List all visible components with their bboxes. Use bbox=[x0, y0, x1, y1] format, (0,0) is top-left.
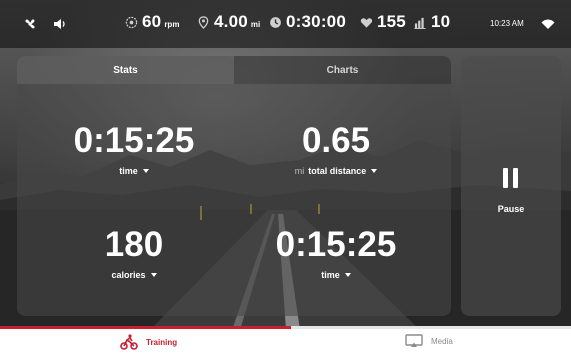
workout-screen: 60 rpm 4.00 mi 0:30:00 155 10 10:23 AM S… bbox=[0, 0, 571, 330]
distance-unit: mi bbox=[250, 20, 261, 29]
stat-time-label: time bbox=[119, 166, 138, 176]
rpm-unit: rpm bbox=[164, 20, 180, 29]
heart-icon bbox=[360, 17, 373, 28]
tab-stats[interactable]: Stats bbox=[17, 56, 234, 84]
chevron-down-icon bbox=[142, 169, 149, 173]
distance-metric: 4.00 mi bbox=[197, 12, 260, 32]
media-cast-icon bbox=[405, 334, 423, 347]
tab-media-label: Media bbox=[431, 336, 453, 346]
heart-rate-value: 155 bbox=[377, 12, 406, 31]
chevron-down-icon bbox=[371, 169, 378, 173]
resistance-bars-icon bbox=[414, 17, 426, 29]
wifi-icon[interactable] bbox=[541, 18, 555, 30]
stat-time-2-selector[interactable]: time bbox=[321, 270, 351, 280]
stat-time[interactable]: 0:15:25 time bbox=[34, 122, 234, 179]
bike-icon bbox=[120, 334, 138, 350]
stat-total-distance-label: total distance bbox=[308, 166, 367, 176]
pause-button[interactable]: Pause bbox=[461, 56, 561, 316]
volume-icon[interactable] bbox=[52, 16, 68, 32]
tab-media[interactable]: Media bbox=[405, 334, 453, 348]
stat-calories-selector[interactable]: calories bbox=[111, 270, 157, 280]
bottom-tab-bar: Training Media bbox=[0, 326, 571, 358]
stat-calories-value: 180 bbox=[104, 225, 164, 264]
stat-total-distance-selector[interactable]: mi total distance bbox=[295, 166, 378, 176]
pause-icon bbox=[503, 168, 519, 188]
stat-time-selector[interactable]: time bbox=[119, 166, 149, 176]
workout-progress-bar bbox=[0, 326, 292, 329]
resistance-value: 10 bbox=[431, 12, 451, 31]
stat-time-2[interactable]: 0:15:25 time bbox=[236, 226, 436, 283]
rpm-value: 60 bbox=[142, 12, 162, 31]
heart-rate-metric: 155 bbox=[360, 12, 406, 32]
stats-grid: 0:15:25 time 0.65 mi total distance 180 … bbox=[17, 84, 451, 316]
stat-calories-label: calories bbox=[111, 270, 146, 280]
distance-value: 4.00 bbox=[214, 12, 248, 31]
rpm-metric: 60 rpm bbox=[125, 12, 179, 32]
stat-time-value: 0:15:25 bbox=[73, 121, 195, 160]
tab-training[interactable]: Training bbox=[120, 334, 177, 350]
elapsed-value: 0:30:00 bbox=[286, 12, 346, 31]
stat-total-distance-unit: mi bbox=[294, 166, 305, 176]
resistance-metric: 10 bbox=[414, 12, 450, 32]
stat-total-distance[interactable]: 0.65 mi total distance bbox=[236, 122, 436, 179]
clock-icon bbox=[270, 16, 281, 28]
stat-time-2-label: time bbox=[321, 270, 340, 280]
location-pin-icon bbox=[198, 15, 209, 29]
tab-charts[interactable]: Charts bbox=[234, 56, 451, 84]
stat-calories[interactable]: 180 calories bbox=[34, 226, 234, 283]
clock-time: 10:23 AM bbox=[490, 19, 524, 28]
chevron-down-icon bbox=[344, 273, 351, 277]
pause-label: Pause bbox=[497, 204, 525, 214]
stat-total-distance-value: 0.65 bbox=[301, 121, 371, 160]
chevron-down-icon bbox=[150, 273, 157, 277]
workout-stats-panel: Stats Charts 0:15:25 time 0.65 mi total … bbox=[17, 56, 451, 316]
elapsed-metric: 0:30:00 bbox=[269, 12, 346, 32]
status-bar: 60 rpm 4.00 mi 0:30:00 155 10 10:23 AM bbox=[0, 0, 571, 48]
fan-icon[interactable] bbox=[22, 16, 38, 32]
stat-time-2-value: 0:15:25 bbox=[275, 225, 397, 264]
tab-training-label: Training bbox=[146, 337, 178, 347]
cadence-icon bbox=[125, 16, 138, 28]
